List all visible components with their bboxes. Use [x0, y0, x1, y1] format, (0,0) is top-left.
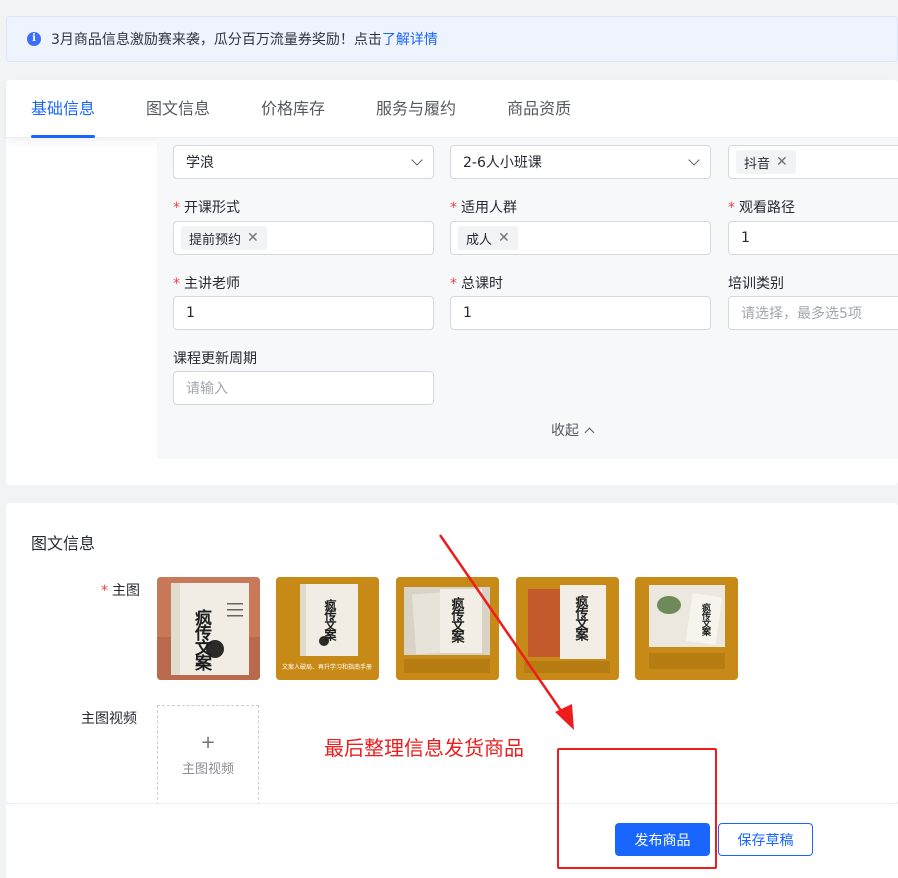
- annotation-text: 最后整理信息发货商品: [324, 736, 524, 760]
- annotation-highlight-box: [557, 748, 717, 869]
